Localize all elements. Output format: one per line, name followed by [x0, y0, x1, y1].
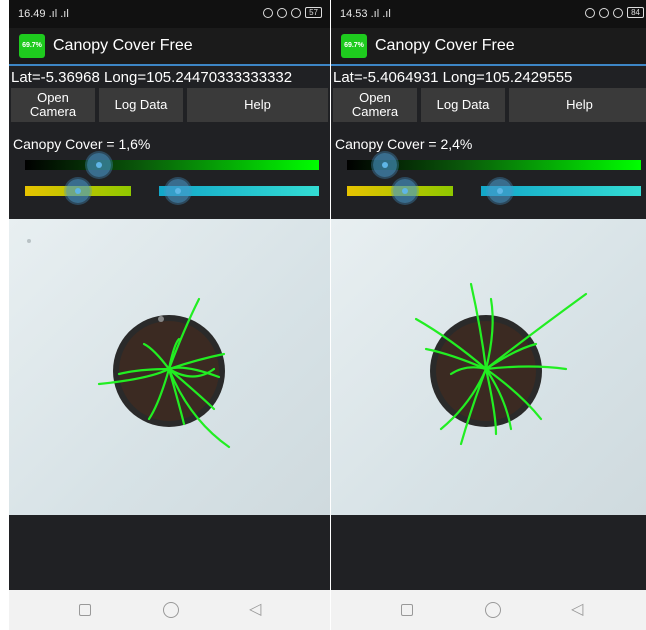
mute-icon [585, 7, 596, 18]
slider-thumb[interactable] [488, 179, 513, 203]
slider-thumb[interactable] [86, 153, 111, 177]
battery-icon: 57 [305, 7, 322, 18]
status-time: 14.53 .ıl .ıl [340, 8, 391, 20]
location-icon [277, 7, 288, 18]
android-nav-bar: ◁ [331, 590, 646, 630]
green-threshold-slider[interactable] [25, 153, 319, 177]
canopy-cover-value: Canopy Cover = 2,4% [335, 136, 473, 152]
help-button[interactable]: Help [187, 88, 328, 122]
open-camera-button[interactable]: Open Camera [333, 88, 417, 122]
button-row: Open Camera Log Data Help [333, 88, 646, 122]
status-bar: 14.53 .ıl .ıl 84 [331, 0, 646, 28]
status-bar: 16.49 .ıl .ıl 57 [9, 0, 330, 28]
slider-thumb[interactable] [393, 179, 418, 203]
plant-pot-photo [414, 282, 588, 446]
log-data-button[interactable]: Log Data [421, 88, 505, 122]
recents-icon[interactable] [79, 604, 91, 616]
app-logo-icon: 69.7% [341, 34, 367, 58]
status-time: 16.49 .ıl .ıl [18, 8, 69, 20]
battery-icon: 84 [627, 7, 644, 18]
alarm-icon [613, 7, 624, 18]
log-data-button[interactable]: Log Data [99, 88, 183, 122]
recents-icon[interactable] [401, 604, 413, 616]
cyan-threshold-slider[interactable] [159, 179, 319, 203]
home-icon[interactable] [163, 602, 179, 618]
app-titlebar: 69.7% Canopy Cover Free [9, 28, 330, 66]
camera-preview-image [9, 219, 330, 515]
app-title: Canopy Cover Free [375, 37, 515, 54]
gps-coordinates: Lat=-5.4064931 Long=105.2429555 [333, 69, 573, 86]
android-nav-bar: ◁ [9, 590, 330, 630]
left-phone-screen: 16.49 .ıl .ıl 57 69.7% Canopy Cover Free… [9, 0, 330, 590]
yellow-threshold-slider[interactable] [25, 179, 131, 203]
plant-pot-photo [27, 239, 231, 449]
green-threshold-slider[interactable] [347, 153, 641, 177]
yellow-threshold-slider[interactable] [347, 179, 453, 203]
slider-thumb[interactable] [66, 179, 90, 203]
cyan-threshold-slider[interactable] [481, 179, 641, 203]
right-phone-screen: 14.53 .ıl .ıl 84 69.7% Canopy Cover Free… [331, 0, 646, 590]
mute-icon [263, 7, 274, 18]
button-row: Open Camera Log Data Help [11, 88, 328, 122]
home-icon[interactable] [485, 602, 501, 618]
app-title: Canopy Cover Free [53, 37, 193, 54]
open-camera-button[interactable]: Open Camera [11, 88, 95, 122]
back-icon[interactable]: ◁ [249, 602, 261, 618]
app-logo-icon: 69.7% [19, 34, 45, 58]
status-icons: 84 [585, 7, 644, 18]
gps-coordinates: Lat=-5.36968 Long=105.24470333333332 [11, 69, 293, 86]
app-titlebar: 69.7% Canopy Cover Free [331, 28, 646, 66]
status-icons: 57 [263, 7, 322, 18]
location-icon [599, 7, 610, 18]
slider-thumb[interactable] [373, 153, 398, 177]
back-icon[interactable]: ◁ [571, 602, 583, 618]
slider-thumb[interactable] [166, 179, 191, 203]
camera-preview-image [331, 219, 646, 515]
help-button[interactable]: Help [509, 88, 646, 122]
canopy-cover-value: Canopy Cover = 1,6% [13, 136, 151, 152]
alarm-icon [291, 7, 302, 18]
